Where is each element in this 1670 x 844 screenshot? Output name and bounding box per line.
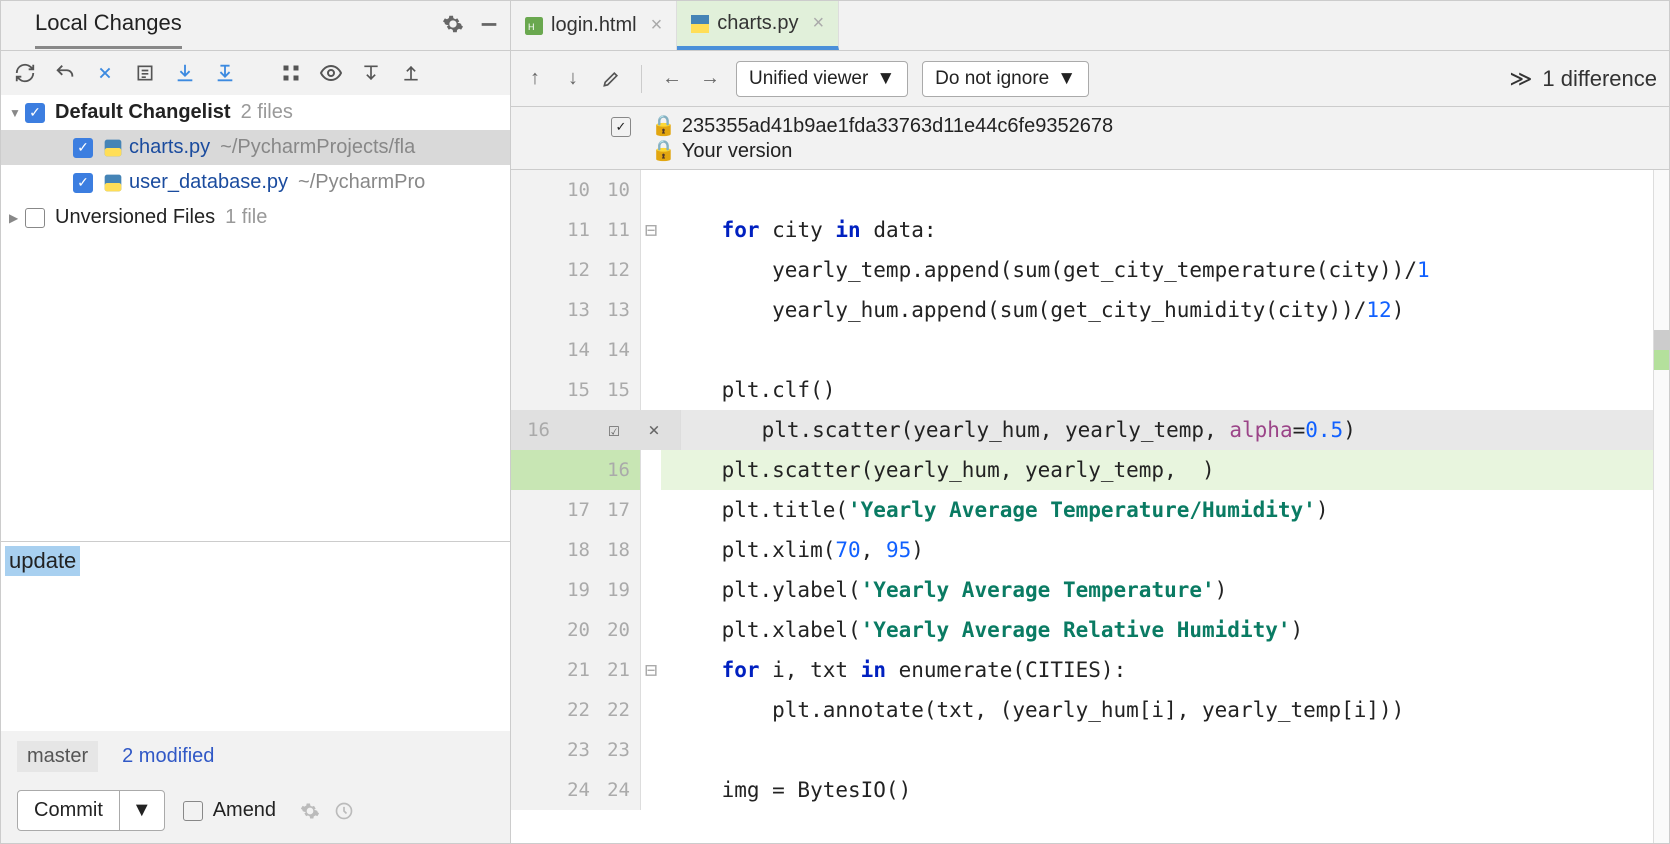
diff-code-area[interactable]: 10101111⊟ for city in data:1212 yearly_t… [511,170,1669,843]
local-changes-panel: Local Changes [1,1,511,843]
preview-icon[interactable] [319,61,343,85]
changelist-checkbox[interactable]: ✓ [25,103,45,123]
file-path: ~/PycharmProjects/fla [220,136,415,159]
diff-icon[interactable] [93,61,117,85]
code-line[interactable]: 1212 yearly_temp.append(sum(get_city_tem… [511,250,1669,290]
code-line[interactable]: 1111⊟ for city in data: [511,210,1669,250]
forward-icon[interactable]: → [698,67,722,90]
panel-title: Local Changes [35,10,182,49]
code-line[interactable]: 2121⊟ for i, txt in enumerate(CITIES): [511,650,1669,690]
refresh-icon[interactable] [13,61,37,85]
modified-link[interactable]: 2 modified [122,745,214,768]
shelve-icon[interactable] [173,61,197,85]
revert-change-icon[interactable]: × [634,410,674,450]
history-icon[interactable] [334,801,354,821]
prev-diff-icon[interactable]: ↑ [523,67,547,90]
code-line[interactable]: 1313 yearly_hum.append(sum(get_city_humi… [511,290,1669,330]
gear-icon[interactable] [300,801,320,821]
include-all-checkbox[interactable]: ✓ [611,117,631,137]
unversioned-row[interactable]: ▶ Unversioned Files 1 file [1,200,510,235]
changes-toolbar [1,51,510,95]
panel-header: Local Changes [1,1,510,51]
python-file-icon [103,138,123,158]
file-checkbox[interactable]: ✓ [73,173,93,193]
code-line[interactable]: 1414 [511,330,1669,370]
code-line[interactable]: 1010 [511,170,1669,210]
expand-arrow-icon[interactable]: ▼ [9,106,25,120]
commit-row: Commit ▼ Amend [1,782,510,843]
tab-login-html[interactable]: H login.html × [511,1,677,50]
file-name: user_database.py [129,171,288,194]
unshelve-icon[interactable] [213,61,237,85]
diff-toolbar: ↑ ↓ ← → Unified viewer ▼ Do not ignore ▼… [511,51,1669,107]
status-row: master 2 modified [1,731,510,782]
next-diff-icon[interactable]: ↓ [561,67,585,90]
changelist-row[interactable]: ▼ ✓ Default Changelist 2 files [1,95,510,130]
chevron-down-icon: ▼ [876,68,895,90]
your-version-label: Your version [682,140,792,162]
code-line[interactable]: 2020 plt.xlabel('Yearly Average Relative… [511,610,1669,650]
unversioned-label: Unversioned Files [55,206,215,229]
code-line[interactable]: 16 plt.scatter(yearly_hum, yearly_temp, … [511,450,1669,490]
scroll-overview[interactable] [1653,170,1669,843]
minimize-icon[interactable] [478,13,500,35]
commit-message-area[interactable]: update [1,541,510,731]
collapse-icon[interactable] [399,61,423,85]
python-file-icon [103,173,123,193]
close-icon[interactable]: × [812,12,824,35]
chevron-down-icon: ▼ [1057,68,1076,90]
unversioned-checkbox[interactable] [25,208,45,228]
include-change-checkbox[interactable]: ☑ [594,410,634,450]
group-icon[interactable] [279,61,303,85]
file-row[interactable]: ✓ user_database.py ~/PycharmPro [1,165,510,200]
commit-dropdown-icon[interactable]: ▼ [119,791,164,830]
close-icon[interactable]: × [651,14,663,37]
python-file-icon [691,15,709,33]
more-icon[interactable]: ≫ [1509,66,1532,92]
tab-charts-py[interactable]: charts.py × [677,1,839,50]
viewer-mode-dropdown[interactable]: Unified viewer ▼ [736,61,908,97]
changelist-name: Default Changelist [55,101,231,124]
file-name: charts.py [129,136,210,159]
commit-button[interactable]: Commit ▼ [17,790,165,831]
changelist-icon[interactable] [133,61,157,85]
edit-icon[interactable] [599,69,623,89]
code-line[interactable]: 1818 plt.xlim(70, 95) [511,530,1669,570]
lock-icon: 🔒 [651,140,676,162]
diff-count: ≫ 1 difference [1509,66,1657,92]
file-row[interactable]: ✓ charts.py ~/PycharmProjects/fla [1,130,510,165]
branch-badge[interactable]: master [17,741,98,772]
rollback-icon[interactable] [53,61,77,85]
commit-hash: 235355ad41b9ae1fda33763d11e44c6fe9352678 [682,115,1113,137]
lock-icon: 🔒 [651,115,676,137]
back-icon[interactable]: ← [660,67,684,90]
code-line[interactable]: 16☑× plt.scatter(yearly_hum, yearly_temp… [511,410,1669,450]
amend-checkbox[interactable]: Amend [183,799,276,822]
unversioned-count: 1 file [225,206,267,229]
expand-arrow-icon[interactable]: ▶ [9,211,25,225]
file-checkbox[interactable]: ✓ [73,138,93,158]
editor-tabs: H login.html × charts.py × [511,1,1669,51]
diff-panel: H login.html × charts.py × ↑ ↓ ← → Unifi… [511,1,1669,843]
expand-icon[interactable] [359,61,383,85]
version-header: ✓ 🔒 235355ad41b9ae1fda33763d11e44c6fe9352… [511,107,1669,170]
html-file-icon: H [525,17,543,35]
code-line[interactable]: 1717 plt.title('Yearly Average Temperatu… [511,490,1669,530]
svg-text:H: H [528,21,535,31]
commit-message-text[interactable]: update [5,546,80,576]
gear-icon[interactable] [442,13,464,35]
changes-tree: ▼ ✓ Default Changelist 2 files ✓ charts.… [1,95,510,235]
file-path: ~/PycharmPro [298,171,425,194]
whitespace-dropdown[interactable]: Do not ignore ▼ [922,61,1089,97]
code-line[interactable]: 2323 [511,730,1669,770]
code-line[interactable]: 1919 plt.ylabel('Yearly Average Temperat… [511,570,1669,610]
code-line[interactable]: 2222 plt.annotate(txt, (yearly_hum[i], y… [511,690,1669,730]
code-line[interactable]: 2424 img = BytesIO() [511,770,1669,810]
changelist-count: 2 files [241,101,293,124]
code-line[interactable]: 1515 plt.clf() [511,370,1669,410]
